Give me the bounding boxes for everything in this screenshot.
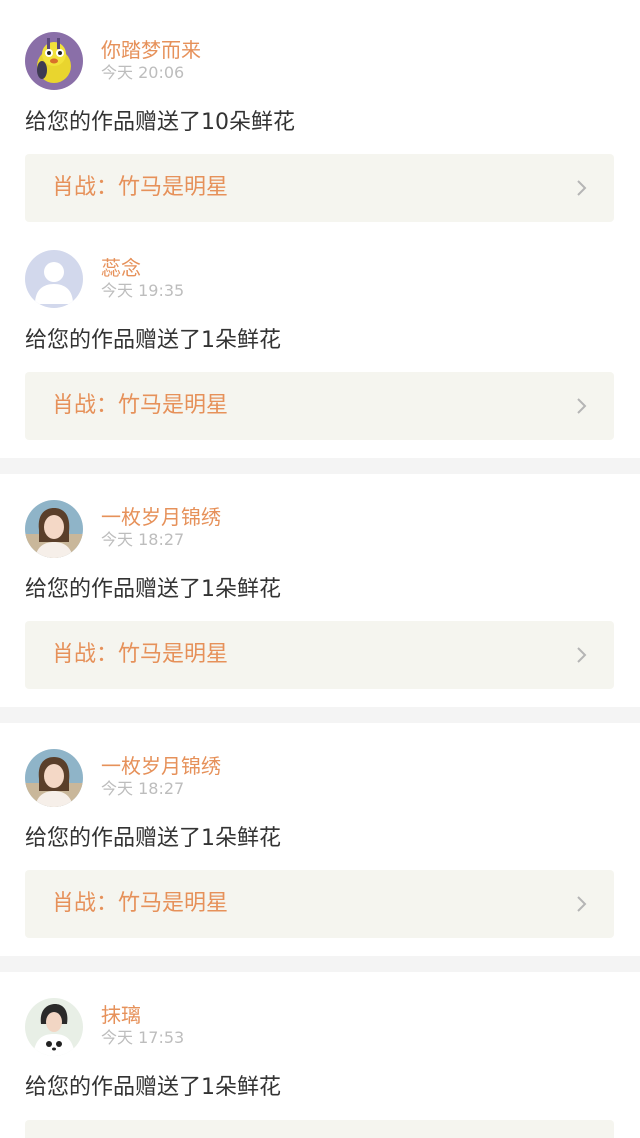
chevron-right-icon [577, 398, 587, 414]
gift-message: 给您的作品赠送了1朵鲜花 [25, 577, 281, 602]
gift-message: 给您的作品赠送了1朵鲜花 [25, 826, 281, 851]
girl-photo-icon [25, 500, 83, 558]
work-card[interactable]: 肖战：竹马是明星 [25, 621, 614, 689]
timestamp: 今天 20:06 [101, 63, 185, 82]
username[interactable]: 抹璃 [101, 1003, 141, 1027]
timestamp: 今天 18:27 [101, 530, 185, 549]
username[interactable]: 一枚岁月锦绣 [101, 754, 221, 778]
user-avatar[interactable] [25, 998, 83, 1056]
chevron-right-icon [577, 180, 587, 196]
user-avatar[interactable] [25, 250, 83, 308]
notification-item: 一枚岁月锦绣 今天 18:27 给您的作品赠送了1朵鲜花 肖战：竹马是明星 [0, 474, 640, 706]
timestamp: 今天 18:27 [101, 779, 185, 798]
gift-message: 给您的作品赠送了1朵鲜花 [25, 1075, 281, 1100]
username[interactable]: 蕊念 [101, 256, 141, 280]
gift-message: 给您的作品赠送了1朵鲜花 [25, 328, 281, 353]
section-divider [0, 707, 640, 723]
chevron-right-icon [577, 647, 587, 663]
work-title: 肖战：竹马是明星 [52, 642, 229, 667]
section-divider [0, 458, 640, 474]
user-avatar[interactable] [25, 32, 83, 90]
work-title: 肖战：竹马是明星 [52, 393, 229, 418]
notification-item: 蕊念 今天 19:35 给您的作品赠送了1朵鲜花 肖战：竹马是明星 [0, 235, 640, 456]
girl-photo-icon [25, 749, 83, 807]
work-card[interactable] [25, 1120, 614, 1138]
default-user-icon [25, 250, 83, 308]
panda-shirt-photo-icon [25, 998, 83, 1056]
gift-notification-feed: 你踏梦而来 今天 20:06 给您的作品赠送了10朵鲜花 肖战：竹马是明星 蕊念… [0, 0, 640, 1138]
timestamp: 今天 19:35 [101, 281, 185, 300]
work-title: 肖战：竹马是明星 [52, 891, 229, 916]
user-avatar[interactable] [25, 749, 83, 807]
work-card[interactable]: 肖战：竹马是明星 [25, 870, 614, 938]
cartoon-bird-icon [25, 32, 83, 90]
timestamp: 今天 17:53 [101, 1028, 185, 1047]
notification-item: 一枚岁月锦绣 今天 18:27 给您的作品赠送了1朵鲜花 肖战：竹马是明星 [0, 723, 640, 955]
notification-item: 你踏梦而来 今天 20:06 给您的作品赠送了10朵鲜花 肖战：竹马是明星 [0, 0, 640, 235]
work-card[interactable]: 肖战：竹马是明星 [25, 372, 614, 440]
notification-item: 抹璃 今天 17:53 给您的作品赠送了1朵鲜花 [0, 972, 640, 1138]
work-card[interactable]: 肖战：竹马是明星 [25, 154, 614, 222]
work-title: 肖战：竹马是明星 [52, 175, 229, 200]
username[interactable]: 一枚岁月锦绣 [101, 505, 221, 529]
user-avatar[interactable] [25, 500, 83, 558]
gift-message: 给您的作品赠送了10朵鲜花 [25, 110, 295, 135]
username[interactable]: 你踏梦而来 [101, 38, 201, 62]
section-divider [0, 956, 640, 972]
chevron-right-icon [577, 896, 587, 912]
